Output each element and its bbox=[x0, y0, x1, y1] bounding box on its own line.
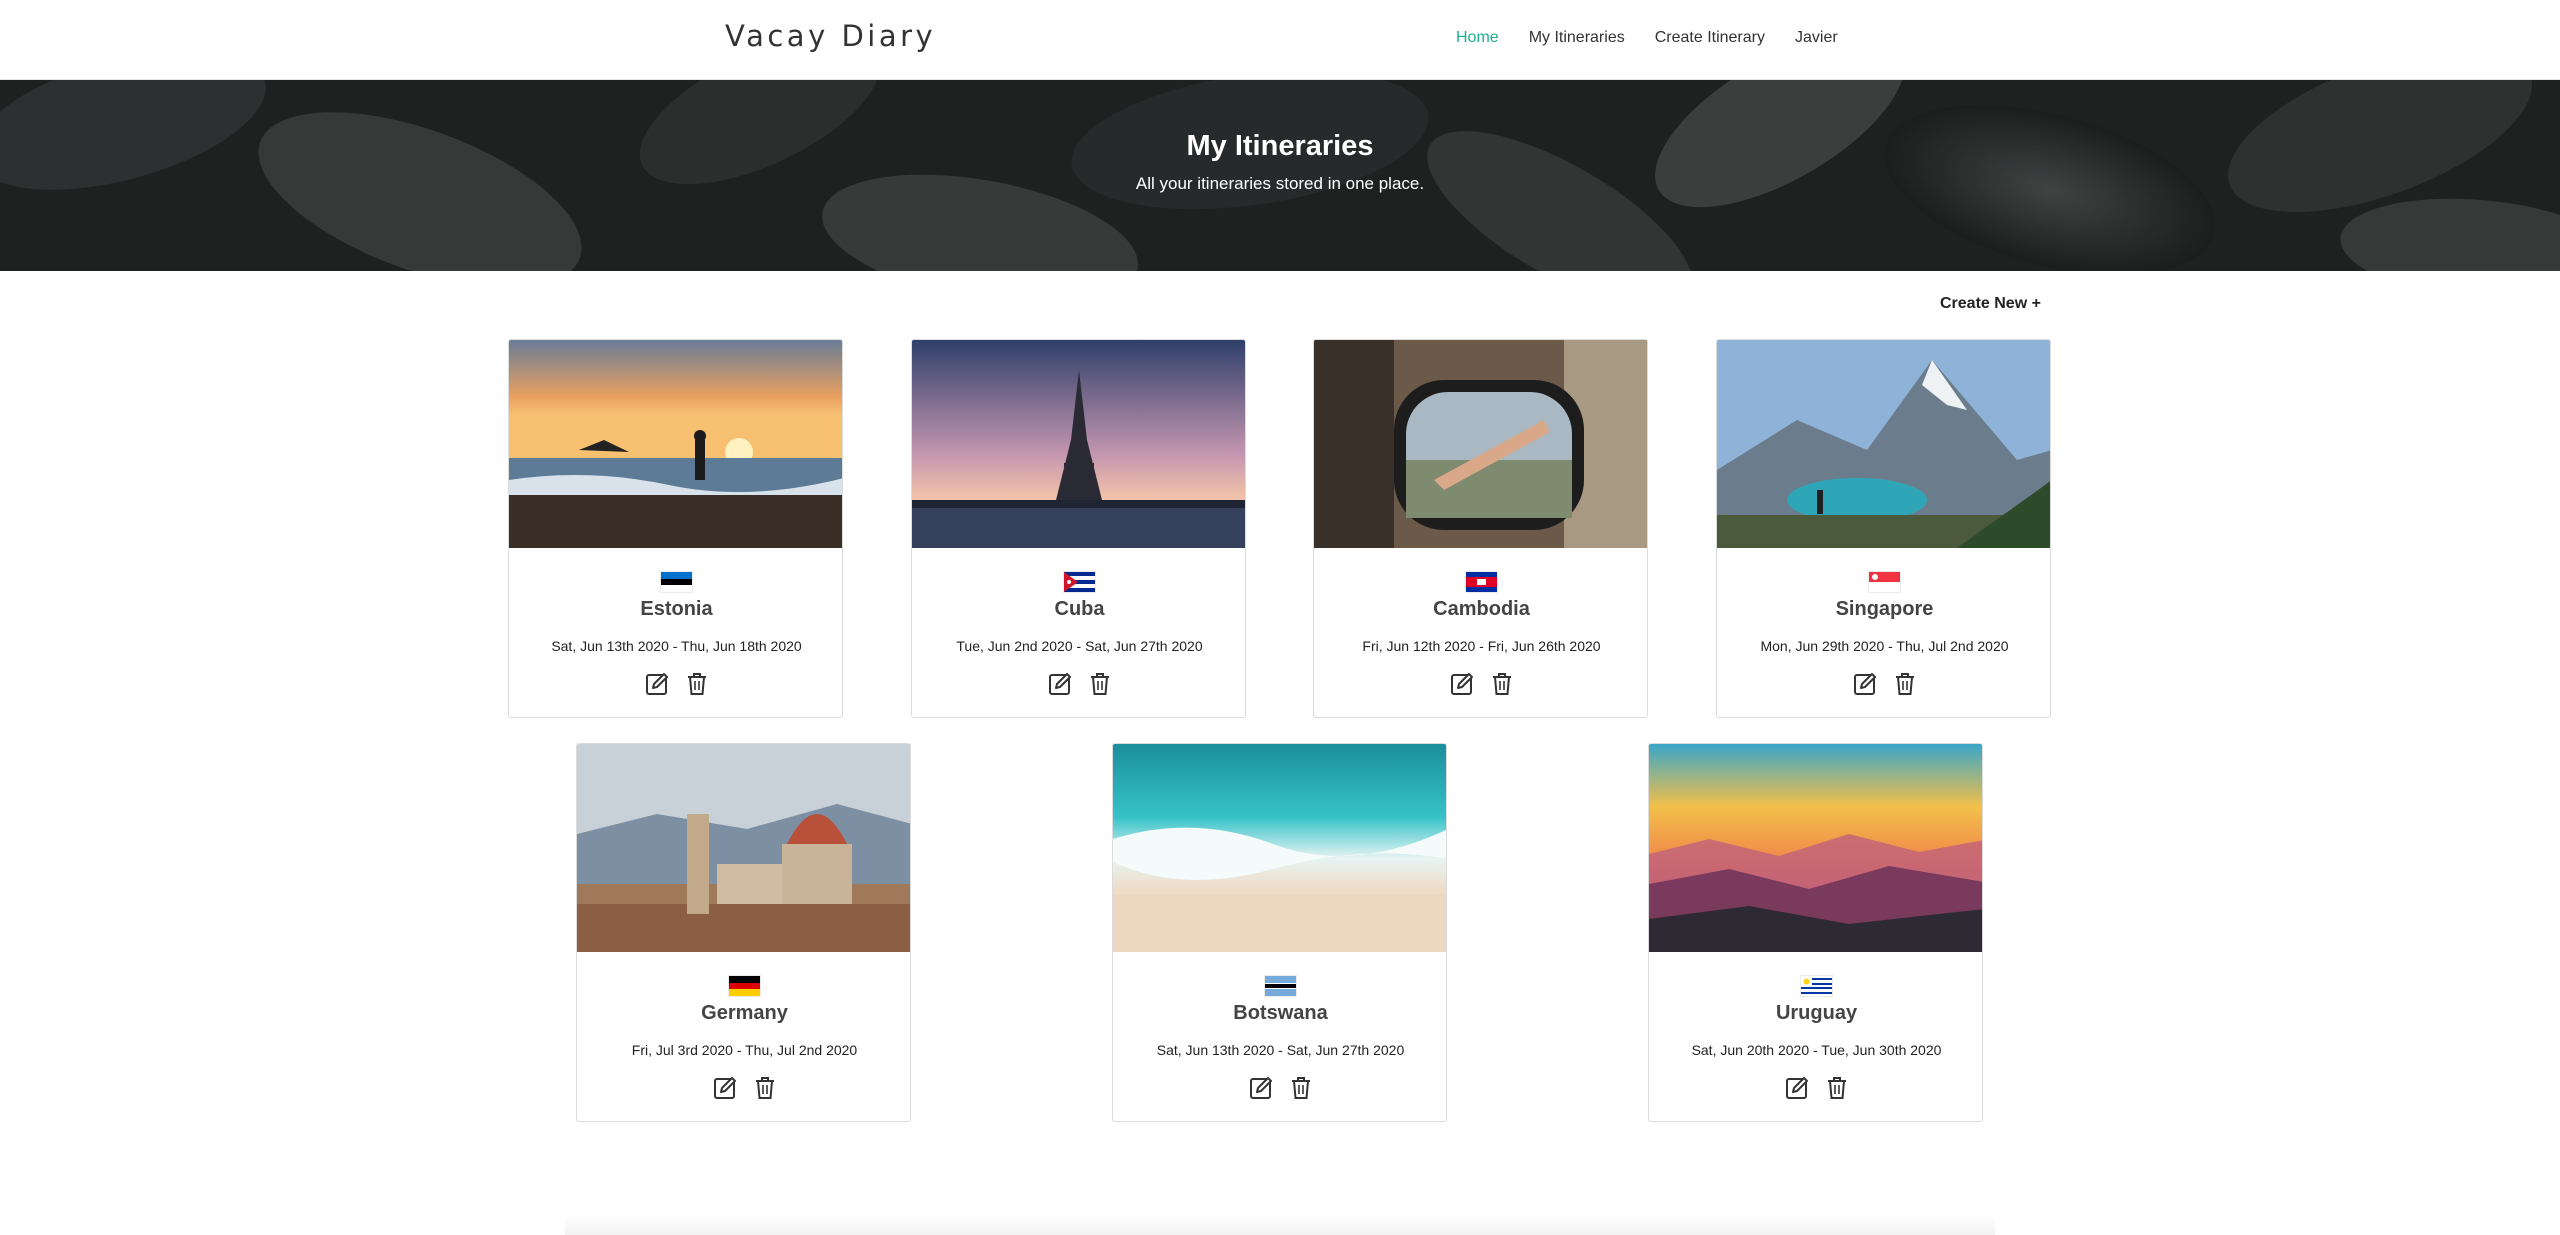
itinerary-photo bbox=[1314, 340, 1647, 548]
cuba-flag-icon bbox=[1064, 572, 1095, 592]
itinerary-card: Botswana Sat, Jun 13th 2020 - Sat, Jun 2… bbox=[1112, 743, 1447, 1122]
card-country: Cambodia bbox=[1433, 598, 1530, 620]
card-country: Estonia bbox=[640, 598, 713, 620]
itinerary-card: Germany Fri, Jul 3rd 2020 - Thu, Jul 2nd… bbox=[576, 743, 911, 1122]
uruguay-flag-icon bbox=[1801, 976, 1832, 996]
trash-icon[interactable] bbox=[753, 1076, 777, 1100]
create-new-button[interactable]: Create New + bbox=[1940, 295, 2041, 313]
card-actions bbox=[1314, 672, 1647, 696]
card-dates: Tue, Jun 2nd 2020 - Sat, Jun 27th 2020 bbox=[956, 638, 1203, 654]
card-country: Singapore bbox=[1835, 598, 1934, 620]
trash-icon[interactable] bbox=[1289, 1076, 1313, 1100]
nav-user-javier[interactable]: Javier bbox=[1795, 29, 1838, 47]
nav-create-itinerary[interactable]: Create Itinerary bbox=[1655, 29, 1765, 47]
edit-icon[interactable] bbox=[1249, 1076, 1273, 1100]
itinerary-card: Uruguay Sat, Jun 20th 2020 - Tue, Jun 30… bbox=[1648, 743, 1983, 1122]
itinerary-photo bbox=[1113, 744, 1446, 952]
card-actions bbox=[1717, 672, 2050, 696]
edit-icon[interactable] bbox=[713, 1076, 737, 1100]
itinerary-card: Estonia Sat, Jun 13th 2020 - Thu, Jun 18… bbox=[508, 339, 843, 718]
edit-icon[interactable] bbox=[645, 672, 669, 696]
card-actions bbox=[509, 672, 842, 696]
singapore-flag-icon bbox=[1869, 572, 1900, 592]
nav-home[interactable]: Home bbox=[1456, 29, 1499, 47]
trash-icon[interactable] bbox=[1825, 1076, 1849, 1100]
card-country: Germany bbox=[701, 1002, 788, 1024]
edit-icon[interactable] bbox=[1853, 672, 1877, 696]
edit-icon[interactable] bbox=[1785, 1076, 1809, 1100]
card-country: Uruguay bbox=[1775, 1002, 1858, 1024]
card-actions bbox=[1649, 1076, 1982, 1100]
card-dates: Sat, Jun 13th 2020 - Sat, Jun 27th 2020 bbox=[1156, 1042, 1405, 1058]
botswana-flag-icon bbox=[1265, 976, 1296, 996]
germany-flag-icon bbox=[729, 976, 760, 996]
trash-icon[interactable] bbox=[1893, 672, 1917, 696]
trash-icon[interactable] bbox=[1490, 672, 1514, 696]
itinerary-card: Cuba Tue, Jun 2nd 2020 - Sat, Jun 27th 2… bbox=[911, 339, 1246, 718]
itinerary-photo bbox=[1649, 744, 1982, 952]
page-title: My Itineraries bbox=[1186, 130, 1374, 162]
trash-icon[interactable] bbox=[685, 672, 709, 696]
nav-links: Home My Itineraries Create Itinerary Jav… bbox=[1456, 29, 1868, 47]
brand-logo[interactable]: Vacay Diary bbox=[725, 19, 936, 53]
nav-my-itineraries[interactable]: My Itineraries bbox=[1529, 29, 1625, 47]
trash-icon[interactable] bbox=[1088, 672, 1112, 696]
card-actions bbox=[912, 672, 1245, 696]
edit-icon[interactable] bbox=[1048, 672, 1072, 696]
edit-icon[interactable] bbox=[1450, 672, 1474, 696]
card-actions bbox=[1113, 1076, 1446, 1100]
estonia-flag-icon bbox=[661, 572, 692, 592]
itinerary-card: Singapore Mon, Jun 29th 2020 - Thu, Jul … bbox=[1716, 339, 2051, 718]
page-subtitle: All your itineraries stored in one place… bbox=[1135, 174, 1425, 193]
itinerary-photo bbox=[912, 340, 1245, 548]
card-actions bbox=[577, 1076, 910, 1100]
card-country: Botswana bbox=[1233, 1002, 1328, 1024]
card-dates: Mon, Jun 29th 2020 - Thu, Jul 2nd 2020 bbox=[1760, 638, 2009, 654]
card-dates: Fri, Jul 3rd 2020 - Thu, Jul 2nd 2020 bbox=[631, 1042, 858, 1058]
itinerary-card: Cambodia Fri, Jun 12th 2020 - Fri, Jun 2… bbox=[1313, 339, 1648, 718]
itinerary-photo bbox=[1717, 340, 2050, 548]
navbar: Vacay Diary Home My Itineraries Create I… bbox=[0, 0, 2560, 80]
card-dates: Fri, Jun 12th 2020 - Fri, Jun 26th 2020 bbox=[1362, 638, 1601, 654]
itinerary-photo bbox=[509, 340, 842, 548]
cambodia-flag-icon bbox=[1466, 572, 1497, 592]
card-dates: Sat, Jun 13th 2020 - Thu, Jun 18th 2020 bbox=[551, 638, 802, 654]
card-country: Cuba bbox=[1054, 598, 1105, 620]
card-dates: Sat, Jun 20th 2020 - Tue, Jun 30th 2020 bbox=[1691, 1042, 1942, 1058]
itinerary-photo bbox=[577, 744, 910, 952]
footer-shadow bbox=[565, 1215, 1995, 1235]
